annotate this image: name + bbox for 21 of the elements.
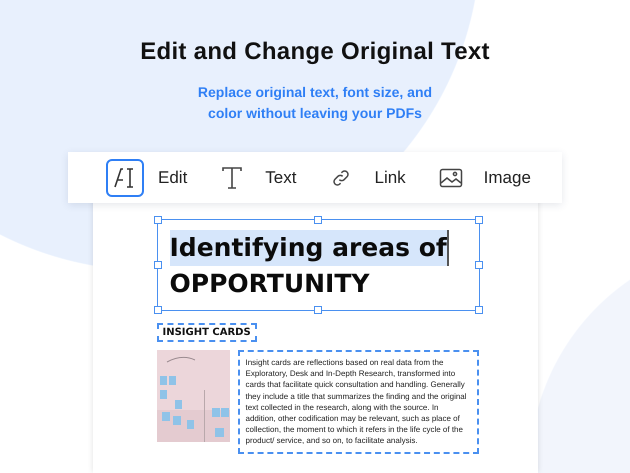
subtitle: Replace original text, font size, and color without leaving your PDFs [196, 83, 434, 123]
tool-button[interactable]: Image [432, 158, 531, 196]
heading-text: OPPORTUNITY [170, 268, 370, 300]
heading-text: Identifying areas of [170, 230, 449, 266]
link-icon [331, 168, 352, 188]
resize-handle[interactable] [474, 261, 482, 269]
image-icon [438, 168, 463, 188]
tool-button[interactable]: Edit [106, 158, 188, 196]
resize-handle[interactable] [154, 306, 162, 314]
resize-handle[interactable] [314, 216, 322, 224]
resize-handle[interactable] [474, 306, 482, 314]
resize-handle[interactable] [474, 216, 482, 224]
tool-button[interactable]: Link [322, 158, 406, 196]
page-title: Edit and Change Original Text [140, 38, 490, 66]
body-text: Insight cards are reflections based on real data from the Exploratory, Desk and In-Depth Research, transformed into cards that facilitate quick consultation and handling. Generally they include a title that summarizes the finding and the original text collected in the research, along with the source. In addition, other codification may be relevant, such as place of collection, the moment to which it refers in the life cycle of the product/ service, and so on, to facilitate analysis. [238, 350, 478, 454]
section-label: INSIGHT CARDS [156, 323, 257, 342]
tool-button[interactable]: Text [213, 158, 296, 196]
resize-handle[interactable] [154, 261, 162, 269]
text-icon [220, 164, 244, 190]
resize-handle[interactable] [314, 306, 322, 314]
resize-handle[interactable] [154, 216, 162, 224]
